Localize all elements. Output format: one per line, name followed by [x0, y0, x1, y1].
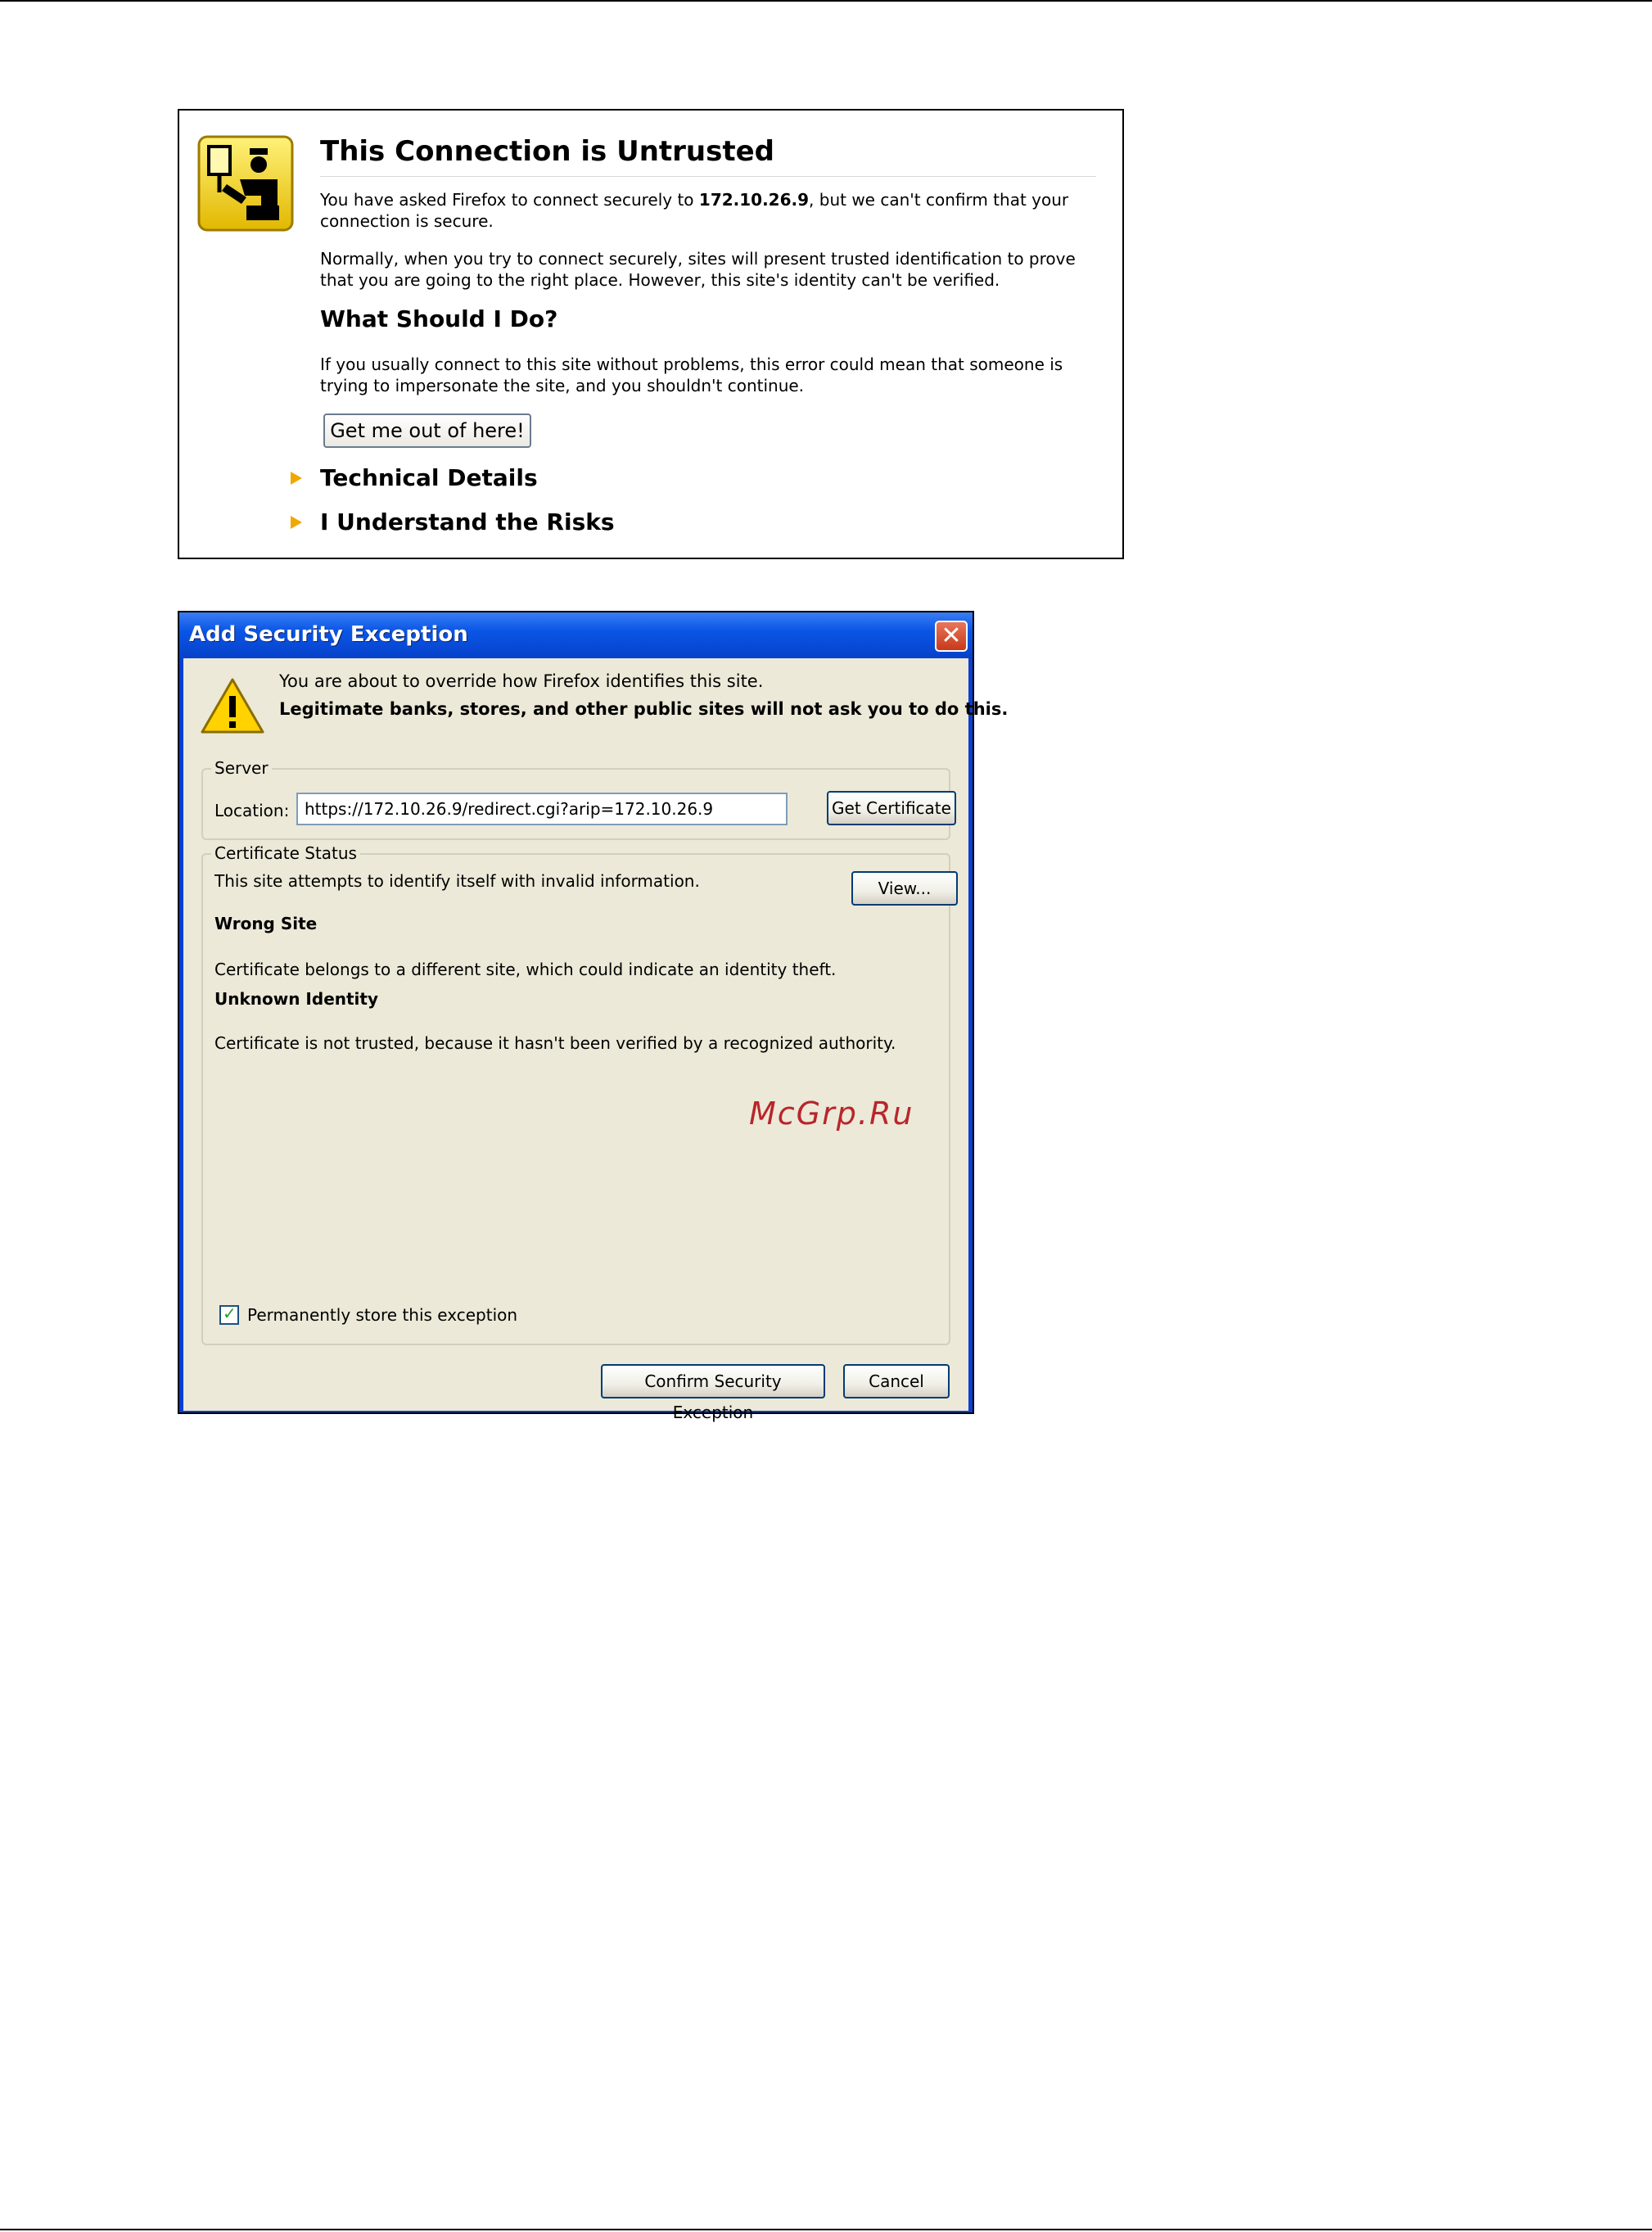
wrong-site-heading: Wrong Site — [214, 914, 318, 933]
get-me-out-button[interactable]: Get me out of here! — [323, 413, 531, 448]
confirm-security-exception-button[interactable]: Confirm Security Exception — [601, 1364, 825, 1422]
warning-bold-text: Legitimate banks, stores, and other publ… — [279, 699, 1009, 719]
server-legend: Server — [211, 758, 272, 778]
police-icon — [197, 135, 294, 232]
understand-risks-expander[interactable]: I Understand the Risks — [291, 508, 615, 538]
get-certificate-button[interactable]: Get Certificate — [827, 791, 956, 825]
warning-icon — [201, 678, 264, 734]
checkmark-icon: ✓ — [223, 1304, 237, 1323]
technical-details-expander[interactable]: Technical Details — [291, 464, 538, 494]
intro-text-start: You have asked Firefox to connect secure… — [320, 190, 699, 210]
advice-paragraph: If you usually connect to this site with… — [320, 355, 1063, 395]
page-title: This Connection is Untrusted — [320, 135, 1096, 177]
add-security-exception-dialog: Add Security Exception ✕ You are about t… — [178, 611, 1008, 1422]
location-label: Location: — [214, 801, 290, 820]
technical-details-label: Technical Details — [320, 464, 538, 491]
permanent-store-checkbox[interactable]: ✓ — [219, 1304, 239, 1325]
intro-paragraph: You have asked Firefox to connect secure… — [320, 189, 1096, 232]
explanation-paragraph: Normally, when you try to connect secure… — [320, 249, 1076, 290]
warning-text: You are about to override how Firefox id… — [279, 671, 764, 691]
dialog-body: You are about to override how Firefox id… — [183, 658, 1008, 1422]
bottom-rule — [0, 2229, 1652, 2230]
location-input[interactable] — [296, 793, 788, 825]
unknown-identity-text: Certificate is not trusted, because it h… — [214, 1033, 896, 1053]
expand-arrow-icon — [291, 515, 302, 529]
what-should-i-do-heading: What Should I Do? — [320, 305, 558, 332]
dialog-titlebar[interactable]: Add Security Exception ✕ — [179, 612, 973, 658]
top-rule — [0, 0, 1652, 2]
status-line: This site attempts to identify itself wi… — [214, 871, 700, 891]
host-address: 172.10.26.9 — [698, 190, 810, 210]
close-button[interactable]: ✕ — [935, 621, 968, 652]
unknown-identity-heading: Unknown Identity — [214, 989, 379, 1009]
expand-arrow-icon — [291, 471, 302, 485]
permanent-store-label[interactable]: Permanently store this exception — [247, 1305, 517, 1325]
view-button[interactable]: View... — [851, 871, 958, 906]
certificate-status-legend: Certificate Status — [211, 843, 360, 863]
server-group: Server Location: Get Certificate — [201, 758, 956, 840]
wrong-site-text: Certificate belongs to a different site,… — [214, 960, 837, 979]
cancel-button[interactable]: Cancel — [843, 1364, 950, 1398]
dialog-title: Add Security Exception — [189, 622, 468, 647]
understand-risks-label: I Understand the Risks — [320, 508, 615, 535]
untrusted-connection-page: This Connection is Untrusted You have as… — [178, 109, 1124, 559]
watermark: McGrp.Ru — [749, 1096, 914, 1132]
